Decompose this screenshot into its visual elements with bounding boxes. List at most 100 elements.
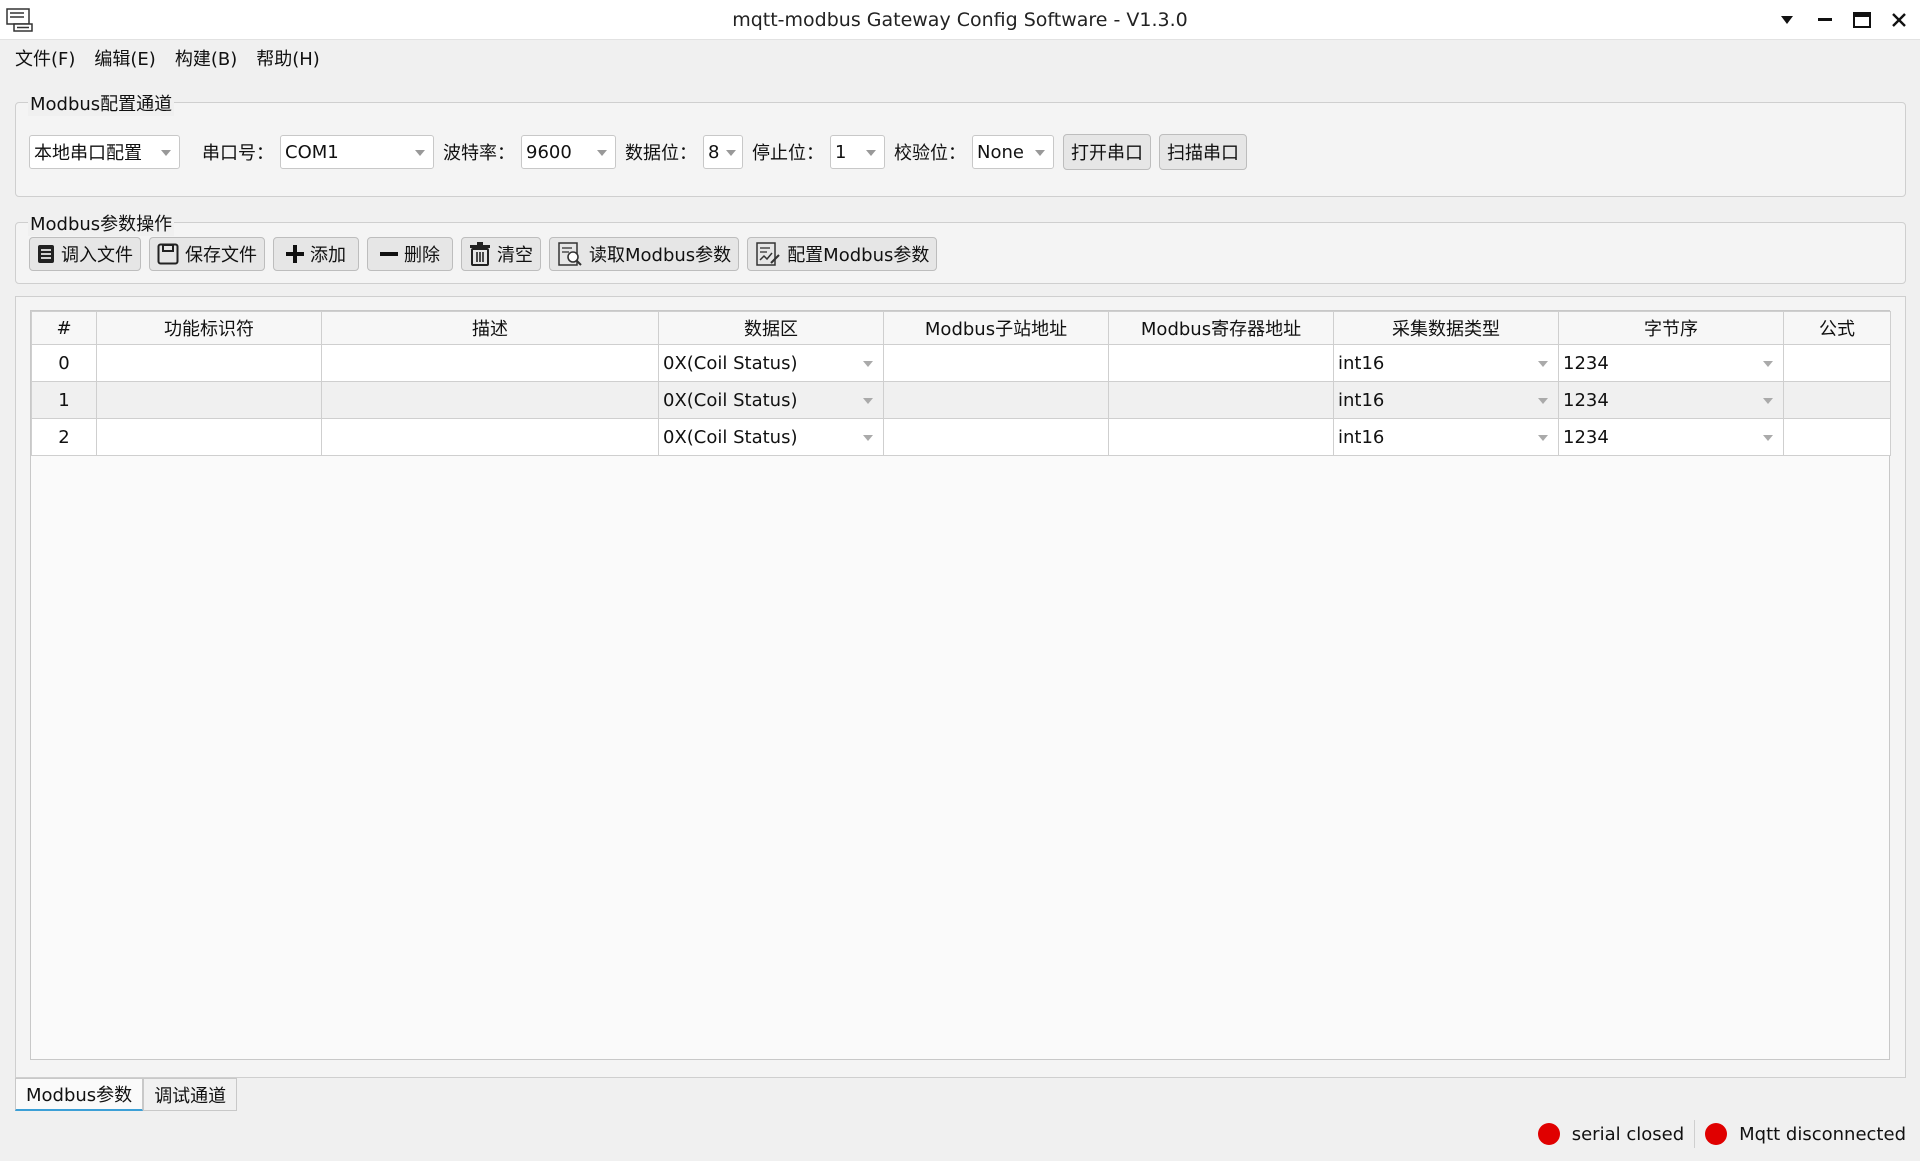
formula-cell[interactable] [1783,418,1891,456]
port-value: COM1 [285,141,339,163]
col-header-desc[interactable]: 描述 [321,311,659,345]
chevron-down-icon [863,361,873,367]
dtype-value: int16 [1338,426,1385,448]
desc-cell[interactable] [321,381,659,419]
databits-value: 8 [708,141,720,163]
tab-debug-channel[interactable]: 调试通道 [143,1078,238,1111]
clear-button[interactable]: 清空 [461,237,541,271]
parity-label: 校验位： [894,143,966,164]
col-header-func-id[interactable]: 功能标识符 [96,311,322,345]
reg-cell[interactable] [1108,418,1334,456]
func-id-cell[interactable] [96,381,322,419]
slave-cell[interactable] [883,381,1109,419]
col-header-reg[interactable]: Modbus寄存器地址 [1108,311,1334,345]
desc-cell[interactable] [321,344,659,382]
col-header-index[interactable]: # [31,311,97,345]
read-modbus-label: 读取Modbus参数 [589,245,732,266]
stopbits-select[interactable]: 1 [830,135,885,169]
read-modbus-button[interactable]: 读取Modbus参数 [549,237,740,271]
table-row[interactable]: 2 0X(Coil Status) int16 1234 [31,418,1891,456]
params-table: # 功能标识符 描述 数据区 Modbus子站地址 Modbus寄存器地址 采集… [31,311,1891,456]
table-header-row: # 功能标识符 描述 数据区 Modbus子站地址 Modbus寄存器地址 采集… [31,311,1891,345]
dtype-select[interactable]: int16 [1333,418,1559,456]
menu-edit[interactable]: 编辑(E) [87,45,167,71]
config-modbus-button[interactable]: 配置Modbus参数 [747,237,938,271]
tab-modbus-params[interactable]: Modbus参数 [15,1078,144,1111]
dropdown-arrow-icon[interactable] [1768,0,1806,40]
config-modbus-label: 配置Modbus参数 [787,245,930,266]
menu-help[interactable]: 帮助(H) [249,45,332,71]
mqtt-status-indicator [1705,1123,1728,1145]
area-select[interactable]: 0X(Coil Status) [658,344,884,382]
formula-cell[interactable] [1783,344,1891,382]
stopbits-label: 停止位： [752,143,824,164]
menu-build[interactable]: 构建(B) [168,45,249,71]
add-button[interactable]: 添加 [273,237,359,271]
chevron-down-icon [1763,398,1773,404]
dtype-value: int16 [1338,352,1385,374]
chevron-down-icon [866,150,876,156]
dtype-select[interactable]: int16 [1333,381,1559,419]
save-file-button[interactable]: 保存文件 [149,237,265,271]
func-id-cell[interactable] [96,344,322,382]
config-doc-icon [756,242,780,266]
col-header-formula[interactable]: 公式 [1783,311,1891,345]
row-index: 1 [31,381,97,419]
chevron-down-icon [1538,435,1548,441]
params-table-container: # 功能标识符 描述 数据区 Modbus子站地址 Modbus寄存器地址 采集… [30,310,1891,1060]
mode-select-value: 本地串口配置 [34,143,142,164]
databits-label: 数据位： [625,143,697,164]
order-select[interactable]: 1234 [1558,418,1784,456]
status-divider [1694,1120,1696,1148]
area-select[interactable]: 0X(Coil Status) [658,381,884,419]
save-icon [157,243,179,265]
channel-group-title: Modbus配置通道 [28,90,175,116]
order-select[interactable]: 1234 [1558,344,1784,382]
col-header-slave[interactable]: Modbus子站地址 [883,311,1109,345]
ops-toolbar: 调入文件 保存文件 添加 删除 清空 读取Modbus参数 配置Modbus参数 [29,237,938,271]
baud-select[interactable]: 9600 [521,135,616,169]
parity-value: None [977,141,1024,163]
slave-cell[interactable] [883,344,1109,382]
chevron-down-icon [726,150,736,156]
parity-select[interactable]: None [972,135,1054,169]
reg-cell[interactable] [1108,344,1334,382]
row-index: 2 [31,418,97,456]
chevron-down-icon [1538,398,1548,404]
formula-cell[interactable] [1783,381,1891,419]
maximize-button[interactable] [1843,0,1881,40]
chevron-down-icon [863,435,873,441]
slave-cell[interactable] [883,418,1109,456]
col-header-dtype[interactable]: 采集数据类型 [1333,311,1559,345]
minus-icon [380,252,398,256]
baud-label: 波特率： [443,143,515,164]
chevron-down-icon [161,150,171,156]
minimize-button[interactable] [1806,0,1844,40]
reg-cell[interactable] [1108,381,1334,419]
table-row[interactable]: 1 0X(Coil Status) int16 1234 [31,381,1891,419]
port-select[interactable]: COM1 [280,135,434,169]
scan-port-button[interactable]: 扫描串口 [1159,134,1247,170]
menu-file[interactable]: 文件(F) [8,45,87,71]
desc-cell[interactable] [321,418,659,456]
func-id-cell[interactable] [96,418,322,456]
mode-select[interactable]: 本地串口配置 [29,135,180,169]
col-header-order[interactable]: 字节序 [1558,311,1784,345]
open-port-button[interactable]: 打开串口 [1063,134,1151,170]
chevron-down-icon [1763,361,1773,367]
order-value: 1234 [1563,389,1609,411]
table-row[interactable]: 0 0X(Coil Status) int16 1234 [31,344,1891,382]
col-header-area[interactable]: 数据区 [658,311,884,345]
databits-select[interactable]: 8 [703,135,743,169]
channel-row: 本地串口配置 串口号： COM1 波特率： 9600 数据位： 8 停止位： 1… [29,134,1247,170]
dtype-select[interactable]: int16 [1333,344,1559,382]
delete-button[interactable]: 删除 [367,237,453,271]
row-index: 0 [31,344,97,382]
ops-group-title: Modbus参数操作 [28,210,175,236]
order-select[interactable]: 1234 [1558,381,1784,419]
order-value: 1234 [1563,426,1609,448]
import-file-button[interactable]: 调入文件 [29,237,141,271]
area-select[interactable]: 0X(Coil Status) [658,418,884,456]
chevron-down-icon [1035,150,1045,156]
close-button[interactable] [1880,0,1918,40]
